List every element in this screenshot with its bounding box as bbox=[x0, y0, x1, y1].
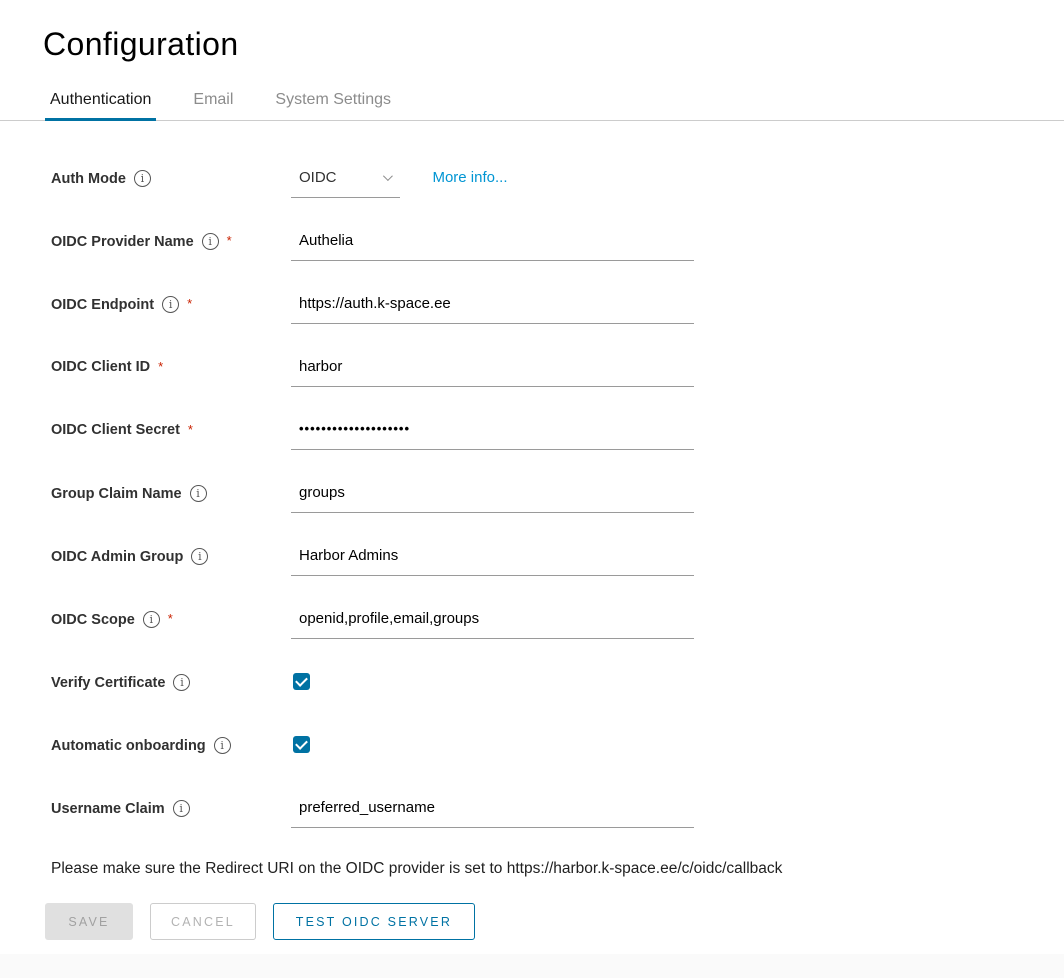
info-icon[interactable]: i bbox=[214, 737, 231, 754]
redirect-uri-note: Please make sure the Redirect URI on the… bbox=[51, 860, 1064, 878]
oidc-admin-group-input[interactable] bbox=[291, 545, 694, 576]
oidc-endpoint-label: OIDC Endpoint i * bbox=[51, 293, 291, 313]
label-text: Automatic onboarding bbox=[51, 738, 206, 754]
automatic-onboarding-label: Automatic onboarding i bbox=[51, 734, 291, 754]
group-claim-name-label: Group Claim Name i bbox=[51, 482, 291, 502]
oidc-client-id-input[interactable] bbox=[291, 356, 694, 387]
label-text: OIDC Client Secret bbox=[51, 422, 180, 438]
auth-mode-control: OIDC More info... bbox=[291, 167, 1064, 198]
form-row-group-claim-name: Group Claim Name i bbox=[51, 482, 1064, 519]
required-marker: * bbox=[158, 359, 163, 374]
oidc-scope-input[interactable] bbox=[291, 608, 694, 639]
oidc-client-secret-input[interactable] bbox=[291, 419, 694, 450]
form-row-auth-mode: Auth Mode i OIDC More info... bbox=[51, 167, 1064, 204]
label-text: OIDC Scope bbox=[51, 612, 135, 628]
form-row-oidc-provider-name: OIDC Provider Name i * bbox=[51, 230, 1064, 267]
form-row-oidc-admin-group: OIDC Admin Group i bbox=[51, 545, 1064, 582]
tab-bar: Authentication Email System Settings bbox=[0, 83, 1064, 121]
page-title: Configuration bbox=[43, 26, 1064, 63]
group-claim-name-input[interactable] bbox=[291, 482, 694, 513]
label-text: OIDC Client ID bbox=[51, 359, 150, 375]
label-text: Group Claim Name bbox=[51, 486, 182, 502]
form-row-oidc-client-secret: OIDC Client Secret * bbox=[51, 419, 1064, 456]
page-bottom-strip bbox=[0, 954, 1064, 978]
required-marker: * bbox=[227, 233, 232, 248]
oidc-provider-name-input[interactable] bbox=[291, 230, 694, 261]
form-row-oidc-client-id: OIDC Client ID * bbox=[51, 356, 1064, 393]
form-row-username-claim: Username Claim i bbox=[51, 797, 1064, 834]
form-row-oidc-scope: OIDC Scope i * bbox=[51, 608, 1064, 645]
oidc-provider-name-label: OIDC Provider Name i * bbox=[51, 230, 291, 250]
auth-config-form: Auth Mode i OIDC More info... OIDC Provi… bbox=[0, 121, 1064, 834]
label-text: OIDC Provider Name bbox=[51, 234, 194, 250]
auth-mode-selected-value: OIDC bbox=[299, 169, 337, 186]
info-icon[interactable]: i bbox=[134, 170, 151, 187]
form-row-verify-certificate: Verify Certificate i bbox=[51, 671, 1064, 708]
more-info-link[interactable]: More info... bbox=[432, 169, 507, 186]
label-text: OIDC Endpoint bbox=[51, 297, 154, 313]
label-text: OIDC Admin Group bbox=[51, 549, 183, 565]
verify-certificate-checkbox[interactable] bbox=[293, 673, 310, 690]
oidc-client-id-label: OIDC Client ID * bbox=[51, 356, 291, 375]
tab-authentication[interactable]: Authentication bbox=[45, 83, 156, 120]
save-button[interactable]: SAVE bbox=[45, 903, 133, 940]
required-marker: * bbox=[168, 611, 173, 626]
info-icon[interactable]: i bbox=[190, 485, 207, 502]
info-icon[interactable]: i bbox=[173, 800, 190, 817]
info-icon[interactable]: i bbox=[202, 233, 219, 250]
verify-certificate-label: Verify Certificate i bbox=[51, 671, 291, 691]
username-claim-label: Username Claim i bbox=[51, 797, 291, 817]
info-icon[interactable]: i bbox=[173, 674, 190, 691]
required-marker: * bbox=[187, 296, 192, 311]
cancel-button[interactable]: CANCEL bbox=[150, 903, 256, 940]
username-claim-input[interactable] bbox=[291, 797, 694, 828]
test-oidc-server-button[interactable]: TEST OIDC SERVER bbox=[273, 903, 475, 940]
info-icon[interactable]: i bbox=[191, 548, 208, 565]
info-icon[interactable]: i bbox=[143, 611, 160, 628]
tab-email[interactable]: Email bbox=[188, 83, 238, 120]
oidc-endpoint-input[interactable] bbox=[291, 293, 694, 324]
configuration-page: Configuration Authentication Email Syste… bbox=[0, 0, 1064, 978]
label-text: Username Claim bbox=[51, 801, 165, 817]
auth-mode-select[interactable]: OIDC bbox=[291, 167, 400, 198]
oidc-scope-label: OIDC Scope i * bbox=[51, 608, 291, 628]
button-bar: SAVE CANCEL TEST OIDC SERVER bbox=[45, 903, 1064, 940]
required-marker: * bbox=[188, 422, 193, 437]
oidc-admin-group-label: OIDC Admin Group i bbox=[51, 545, 291, 565]
auth-mode-label: Auth Mode i bbox=[51, 167, 291, 187]
form-row-automatic-onboarding: Automatic onboarding i bbox=[51, 734, 1064, 771]
tab-system-settings[interactable]: System Settings bbox=[270, 83, 396, 120]
form-row-oidc-endpoint: OIDC Endpoint i * bbox=[51, 293, 1064, 330]
chevron-down-icon bbox=[383, 171, 393, 181]
label-text: Verify Certificate bbox=[51, 675, 165, 691]
label-text: Auth Mode bbox=[51, 171, 126, 187]
info-icon[interactable]: i bbox=[162, 296, 179, 313]
automatic-onboarding-checkbox[interactable] bbox=[293, 736, 310, 753]
oidc-client-secret-label: OIDC Client Secret * bbox=[51, 419, 291, 438]
